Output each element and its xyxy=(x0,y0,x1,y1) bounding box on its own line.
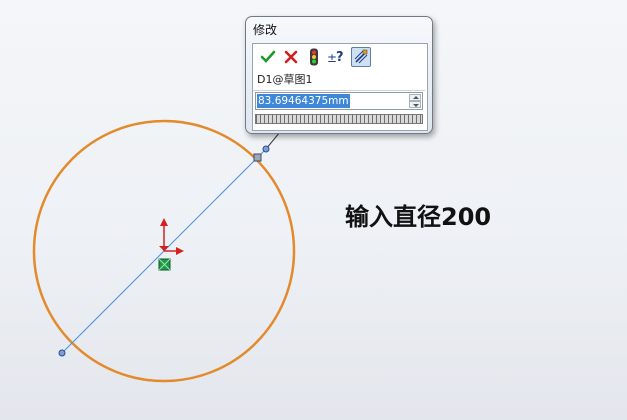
modify-dialog: 修改 ± ? D1@草图1 83.69464375mm xyxy=(245,16,433,134)
mark-dimension-button[interactable] xyxy=(351,47,371,67)
rebuild-button[interactable] xyxy=(304,47,324,67)
dimension-value-input[interactable]: 83.69464375mm xyxy=(255,92,423,110)
instruction-annotation: 输入直径200 xyxy=(345,203,492,231)
origin-arrows-icon xyxy=(159,218,184,255)
reverse-sense-button[interactable]: ± ? xyxy=(327,47,347,67)
dimension-endpoint-top[interactable] xyxy=(262,145,270,153)
dimension-marker-icon xyxy=(354,49,368,64)
circle-center-marker[interactable] xyxy=(158,258,171,271)
circle-point-marker[interactable] xyxy=(253,153,262,162)
spin-up-button[interactable] xyxy=(409,94,421,101)
spin-down-button[interactable] xyxy=(409,101,421,108)
plus-minus-question-icon: ± ? xyxy=(327,50,344,65)
value-spinner[interactable] xyxy=(409,94,421,108)
dimension-value-text[interactable]: 83.69464375mm xyxy=(257,94,350,108)
dialog-toolbar: ± ? xyxy=(255,46,425,68)
divider xyxy=(253,90,425,91)
dialog-body: ± ? D1@草图1 83.69464375mm xyxy=(252,43,428,131)
checkmark-icon xyxy=(260,50,276,63)
traffic-light-icon xyxy=(310,48,318,66)
dimension-name-label: D1@草图1 xyxy=(257,73,313,86)
ok-button[interactable] xyxy=(258,47,278,67)
thumbwheel-slider[interactable] xyxy=(255,114,423,124)
svg-text:?: ? xyxy=(336,50,344,65)
dialog-title: 修改 xyxy=(253,23,278,37)
x-icon xyxy=(284,50,298,64)
cancel-button[interactable] xyxy=(281,47,301,67)
dimension-endpoint-bottom[interactable] xyxy=(58,349,66,357)
